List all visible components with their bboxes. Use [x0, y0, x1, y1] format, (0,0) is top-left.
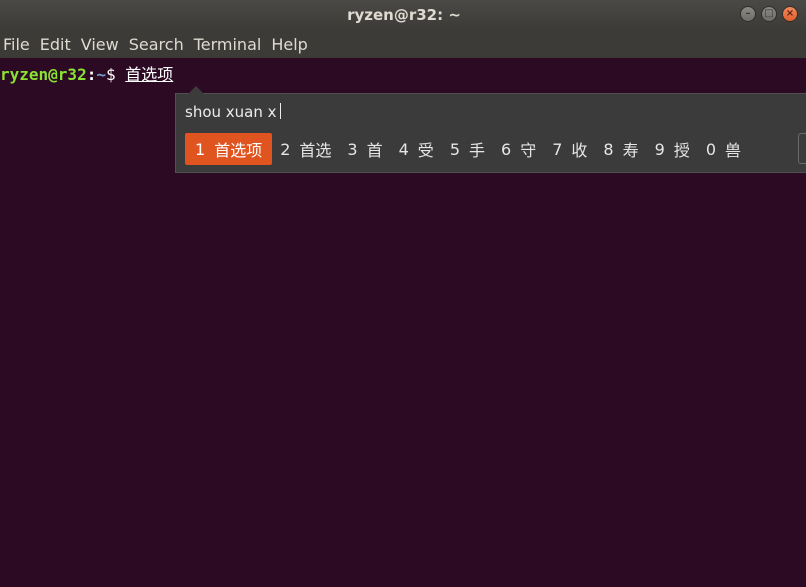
candidate-number: 5 — [449, 139, 460, 159]
candidate-text: 兽 — [725, 141, 742, 160]
candidate-number: 9 — [654, 139, 665, 159]
menu-bar: File Edit View Search Terminal Help — [0, 30, 806, 58]
candidate-number: 1 — [195, 139, 206, 159]
prompt-separator: : — [86, 65, 97, 84]
candidate-text: 手 — [469, 141, 486, 160]
candidate-text: 寿 — [622, 141, 639, 160]
candidate-0[interactable]: 0兽 — [698, 133, 749, 165]
window-title: ryzen@r32: ~ — [347, 6, 461, 24]
candidate-3[interactable]: 3首 — [339, 133, 390, 165]
prompt-user-host: ryzen@r32 — [0, 65, 87, 84]
candidate-text: 首 — [366, 141, 383, 160]
candidate-number: 4 — [398, 139, 409, 159]
menu-help[interactable]: Help — [267, 35, 313, 54]
ime-preedit-text: 首选项 — [125, 65, 174, 84]
menu-terminal[interactable]: Terminal — [190, 35, 268, 54]
menu-search[interactable]: Search — [125, 35, 190, 54]
maximize-icon[interactable]: □ — [761, 6, 777, 22]
candidate-text: 守 — [520, 141, 537, 160]
candidate-text: 首选 — [299, 141, 332, 160]
candidate-number: 3 — [347, 139, 358, 159]
next-page-button[interactable] — [798, 133, 806, 164]
candidate-number: 0 — [705, 139, 717, 159]
ime-input-string: shou xuan x — [185, 103, 281, 121]
candidate-text: 受 — [417, 141, 434, 160]
popup-pointer — [188, 86, 204, 94]
close-icon[interactable]: × — [782, 6, 798, 22]
candidate-number: 2 — [280, 139, 291, 159]
ime-candidate-popup: shou xuan x 1 首选项 2 首选 3首 4受 5手 6守 7收 8寿 9… — [175, 86, 806, 173]
minimize-icon[interactable]: – — [740, 6, 756, 22]
menu-view[interactable]: View — [77, 35, 125, 54]
candidate-list: 1 首选项 2 首选 3首 4受 5手 6守 7收 8寿 9授 0兽 — [185, 133, 749, 165]
candidate-text: 首选项 — [214, 141, 263, 160]
candidate-4[interactable]: 4受 — [391, 133, 442, 165]
candidate-number: 8 — [603, 139, 614, 159]
prompt-symbol: $ — [105, 65, 126, 84]
prompt-path: ~ — [96, 65, 106, 84]
candidate-number: 6 — [501, 139, 512, 159]
candidate-6[interactable]: 6守 — [493, 133, 544, 165]
prompt-line: ryzen@r32:~$ 首选项 — [0, 61, 173, 85]
candidate-1[interactable]: 1 首选项 — [185, 133, 273, 165]
candidate-2[interactable]: 2 首选 — [272, 133, 339, 165]
text-caret — [279, 103, 281, 119]
ime-input-text: shou xuan x — [185, 103, 277, 121]
menu-edit[interactable]: Edit — [36, 35, 77, 54]
candidate-8[interactable]: 8寿 — [595, 133, 646, 165]
candidate-text: 收 — [571, 141, 588, 160]
candidate-7[interactable]: 7收 — [544, 133, 595, 165]
candidate-number: 7 — [552, 139, 563, 159]
candidate-text: 授 — [673, 141, 690, 160]
menu-file[interactable]: File — [0, 35, 36, 54]
window-controls: – □ × — [740, 6, 798, 22]
window-titlebar[interactable]: ryzen@r32: ~ – □ × — [0, 0, 806, 30]
candidate-9[interactable]: 9授 — [647, 133, 698, 165]
candidate-5[interactable]: 5手 — [442, 133, 493, 165]
